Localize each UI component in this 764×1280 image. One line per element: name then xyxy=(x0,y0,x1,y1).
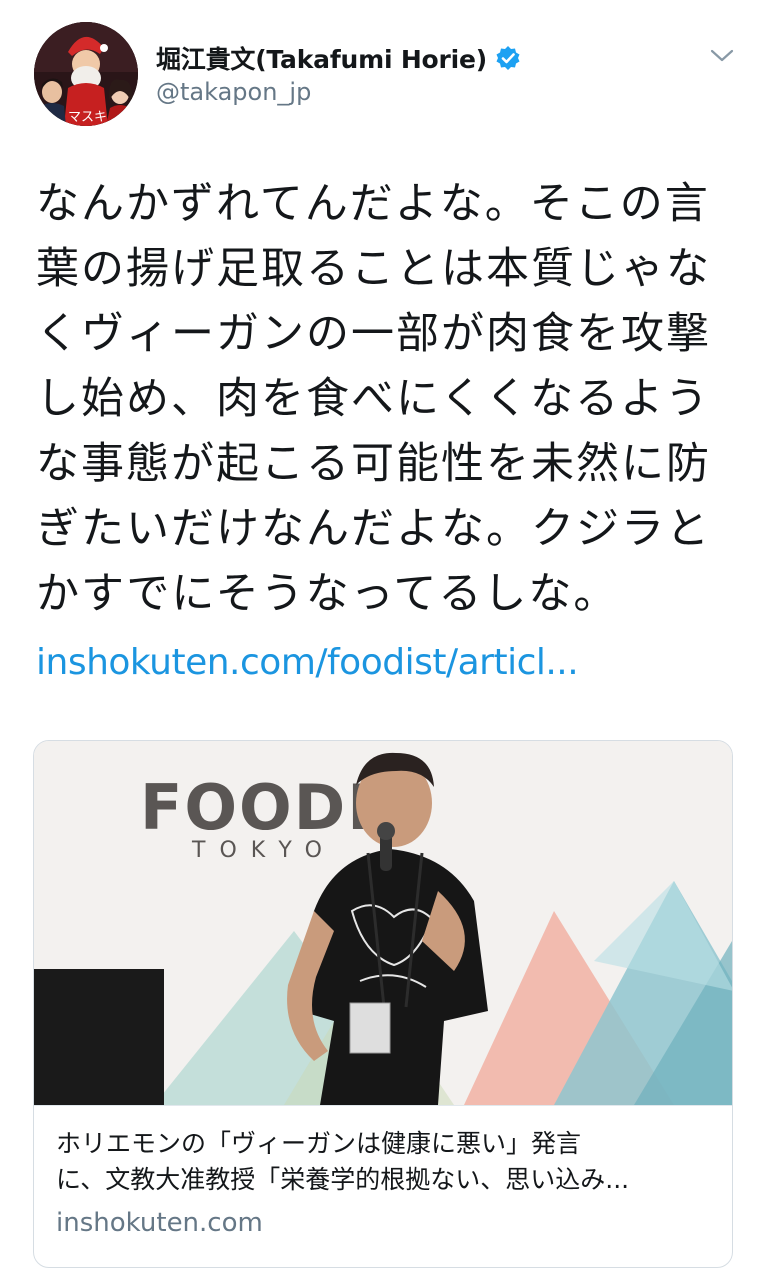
display-name[interactable]: 堀江貴文(Takafumi Horie) xyxy=(156,40,487,76)
tweet-link[interactable]: inshokuten.com/foodist/articl... xyxy=(36,642,579,683)
card-image-sign-sub: TOKYO xyxy=(191,838,336,863)
chevron-down-icon[interactable] xyxy=(708,46,736,66)
user-handle[interactable]: @takapon_jp xyxy=(156,78,311,106)
link-preview-card[interactable]: FOODIT TOKYO ホリエモンの「ヴィーガンは健康に悪い」発言 に、文教大… xyxy=(33,740,733,1268)
tweet-text: なんかずれてんだよな。そこの言 葉の揚げ足取ることは本質じゃな くヴィーガンの一… xyxy=(36,179,711,619)
tweet-header: マスキ 堀江貴文(Takafumi Horie) @takapon_jp xyxy=(0,0,764,140)
avatar[interactable]: マスキ xyxy=(34,22,138,126)
card-title[interactable]: ホリエモンの「ヴィーガンは健康に悪い」発言 に、文教大准教授「栄養学的根拠ない、… xyxy=(56,1126,716,1198)
name-row: 堀江貴文(Takafumi Horie) xyxy=(156,40,521,76)
card-image[interactable]: FOODIT TOKYO xyxy=(34,741,732,1105)
verified-badge-icon xyxy=(495,45,521,71)
card-body[interactable]: ホリエモンの「ヴィーガンは健康に悪い」発言 に、文教大准教授「栄養学的根拠ない、… xyxy=(34,1105,732,1267)
avatar-caption: マスキ xyxy=(68,110,108,125)
card-domain[interactable]: inshokuten.com xyxy=(56,1208,263,1238)
